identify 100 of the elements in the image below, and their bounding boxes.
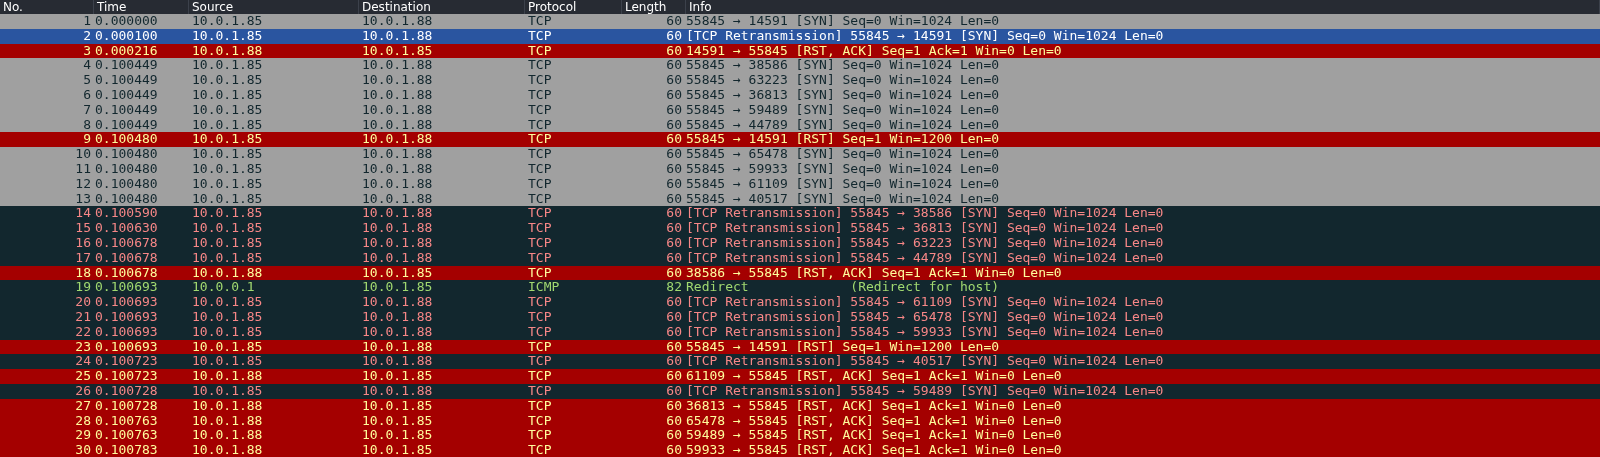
table-cell-text: 22 [74, 324, 92, 340]
table-cell-text: 24 [74, 354, 92, 370]
table-cell-text: 10.0.1.85 [191, 383, 264, 399]
table-cell-text: 10.0.1.88 [361, 73, 434, 88]
table-cell-text: 20 [74, 295, 92, 310]
table-cell-text: TCP [527, 383, 553, 399]
table-cell-text: 0.100480 [94, 132, 159, 148]
table-cell-text: [TCP Retransmission] 55845 → 61109 [SYN] Seq=0 Win=1024 Len=0 [686, 295, 1165, 310]
table-cell-text: TCP [527, 161, 553, 177]
table-cell-text: TCP [527, 413, 553, 429]
table-cell-text: 10.0.1.85 [191, 295, 264, 310]
table-cell-text: 10.0.1.85 [191, 354, 264, 370]
table-cell-text: 10.0.1.85 [191, 102, 264, 118]
table-cell-text: 10.0.1.85 [191, 221, 264, 236]
table-cell-text: 60 [665, 43, 683, 59]
table-cell-text: [TCP Retransmission] 55845 → 38586 [SYN] Seq=0 Win=1024 Len=0 [686, 206, 1165, 222]
table-cell-text: 4 [82, 58, 92, 74]
table-cell-text: 60 [665, 73, 683, 88]
packet-row[interactable]: 14 0.100590 10.0.1.85 10.0.1.88 TCP 60 [TCP Retransmission] 55845 → 38586 [SYN] Seq=0 Win=1024 Len=0 [0, 206, 1600, 222]
table-cell-text: 60 [665, 324, 683, 340]
table-cell-text: 16 [74, 235, 92, 251]
table-cell-text: TCP [527, 309, 553, 325]
table-cell-text: 55845 → 59933 [SYN] Seq=0 Win=1024 Len=0 [686, 161, 1001, 177]
table-cell-text: 10.0.1.85 [191, 324, 264, 340]
packet-row[interactable]: 30 0.100783 10.0.1.88 10.0.1.85 TCP 60 59933 → 55845 [RST, ACK] Seq=1 Ack=1 Win=0 Len=0 [0, 443, 1600, 457]
table-cell-text: 10.0.1.85 [191, 161, 264, 177]
table-cell-text: 60 [665, 413, 683, 429]
table-cell-text: 0.100480 [94, 147, 159, 162]
table-cell-text: 60 [665, 58, 683, 74]
table-cell-text: 10.0.0.1 [191, 280, 256, 296]
table-cell-text: 7 [82, 102, 92, 118]
table-cell-text: 3 [82, 43, 92, 59]
table-cell-text: TCP [527, 354, 553, 370]
table-cell-text: 12 [74, 176, 92, 192]
table-cell-text: 10.0.1.88 [361, 295, 434, 310]
table-cell-text: 10.0.1.85 [191, 309, 264, 325]
table-cell-text: 59933 → 55845 [RST, ACK] Seq=1 Ack=1 Win=0 Len=0 [686, 443, 1063, 457]
table-cell-text: 5 [82, 73, 92, 88]
table-cell-text: 30 [74, 443, 92, 457]
table-cell-text: 59489 → 55845 [RST, ACK] Seq=1 Ack=1 Win=0 Len=0 [686, 428, 1063, 444]
table-cell-text: 60 [665, 102, 683, 118]
table-cell-text: 60 [665, 235, 683, 251]
table-cell-text: ICMP [527, 280, 561, 296]
table-cell-text: TCP [527, 235, 553, 251]
packet-row[interactable]: 29 0.100763 10.0.1.88 10.0.1.85 TCP 60 59489 → 55845 [RST, ACK] Seq=1 Ack=1 Win=0 Len=0 [0, 428, 1600, 444]
table-cell-text: 10.0.1.88 [361, 161, 434, 177]
table-cell-text: TCP [527, 428, 553, 444]
table-cell-text: 10.0.1.85 [361, 369, 434, 384]
table-cell-text: 0.100678 [94, 265, 159, 281]
table-cell-text: 10.0.1.88 [191, 369, 264, 384]
table-cell-text: 0.100449 [94, 102, 159, 118]
table-cell-text: 10.0.1.85 [361, 443, 434, 457]
table-cell-text: 10.0.1.85 [191, 176, 264, 192]
table-cell-text: TCP [527, 147, 553, 162]
table-cell-text: 55845 → 38586 [SYN] Seq=0 Win=1024 Len=0 [686, 58, 1001, 74]
table-cell-text: 10.0.1.88 [361, 58, 434, 74]
table-cell-text: 36813 → 55845 [RST, ACK] Seq=1 Ack=1 Win=0 Len=0 [686, 398, 1063, 414]
table-cell-text: 60 [665, 206, 683, 222]
packet-row[interactable]: 20 0.100693 10.0.1.85 10.0.1.88 TCP 60 [TCP Retransmission] 55845 → 61109 [SYN] Seq=0 Win=1024 Len=0 [0, 295, 1600, 310]
table-cell-text: 10.0.1.85 [361, 398, 434, 414]
table-cell-text: 25 [74, 369, 92, 384]
table-cell-text: [TCP Retransmission] 55845 → 44789 [SYN] Seq=0 Win=1024 Len=0 [686, 250, 1165, 266]
table-cell-text: 60 [665, 428, 683, 444]
table-cell-text: [TCP Retransmission] 55845 → 63223 [SYN] Seq=0 Win=1024 Len=0 [686, 235, 1165, 251]
table-cell-text: TCP [527, 73, 553, 88]
packet-row[interactable]: 25 0.100723 10.0.1.88 10.0.1.85 TCP 60 61109 → 55845 [RST, ACK] Seq=1 Ack=1 Win=0 Len=0 [0, 369, 1600, 384]
table-cell-text: 60 [665, 250, 683, 266]
table-cell-text: 60 [665, 339, 683, 355]
table-cell-text: 60 [665, 132, 683, 148]
table-cell-text: 55845 → 65478 [SYN] Seq=0 Win=1024 Len=0 [686, 147, 1001, 162]
table-cell-text: 21 [74, 309, 92, 325]
table-cell-text: 10.0.1.88 [361, 309, 434, 325]
table-cell-text: 14591 → 55845 [RST, ACK] Seq=1 Ack=1 Win=0 Len=0 [686, 43, 1063, 59]
table-cell-text: 10.0.1.85 [191, 132, 264, 148]
table-cell-text: 60 [665, 117, 683, 133]
table-cell-text: 10.0.1.88 [191, 43, 264, 59]
packet-row[interactable]: 24 0.100723 10.0.1.85 10.0.1.88 TCP 60 [TCP Retransmission] 55845 → 40517 [SYN] Seq=0 Win=1024 Len=0 [0, 354, 1600, 370]
table-cell-text: [TCP Retransmission] 55845 → 59489 [SYN] Seq=0 Win=1024 Len=0 [686, 383, 1165, 399]
table-cell-text: 10.0.1.88 [361, 28, 434, 44]
table-cell-text: 55845 → 40517 [SYN] Seq=0 Win=1024 Len=0 [686, 191, 1001, 207]
table-cell-text: TCP [527, 250, 553, 266]
table-cell-text: TCP [527, 324, 553, 340]
table-cell-text: 11 [74, 161, 92, 177]
table-cell-text: TCP [527, 58, 553, 74]
table-cell-text: 60 [665, 28, 683, 44]
packet-row[interactable]: 9 0.100480 10.0.1.85 10.0.1.88 TCP 60 55845 → 14591 [RST] Seq=1 Win=1200 Len=0 [0, 132, 1600, 148]
packet-row[interactable]: 19 0.100693 10.0.0.1 10.0.1.85 ICMP 82 Redirect (Redirect for host) [0, 280, 1600, 296]
table-cell-text: 0.100678 [94, 235, 159, 251]
table-cell-text: Redirect (Redirect for host) [686, 280, 1001, 296]
table-cell-text: 10.0.1.88 [361, 88, 434, 103]
table-cell-text: 0.100449 [94, 58, 159, 74]
packet-row[interactable]: 15 0.100630 10.0.1.85 10.0.1.88 TCP 60 [TCP Retransmission] 55845 → 36813 [SYN] Seq=0 Win=1024 Len=0 [0, 221, 1600, 236]
table-cell-text: 10.0.1.85 [191, 339, 264, 355]
table-cell-text: 55845 → 14591 [SYN] Seq=0 Win=1024 Len=0 [686, 14, 1001, 29]
table-cell-text: 10 [74, 147, 92, 162]
table-cell-text: 10.0.1.88 [361, 176, 434, 192]
table-cell-text: TCP [527, 398, 553, 414]
table-cell-text: 60 [665, 369, 683, 384]
table-cell-text: 10.0.1.85 [191, 28, 264, 44]
table-cell-text: 26 [74, 383, 92, 399]
